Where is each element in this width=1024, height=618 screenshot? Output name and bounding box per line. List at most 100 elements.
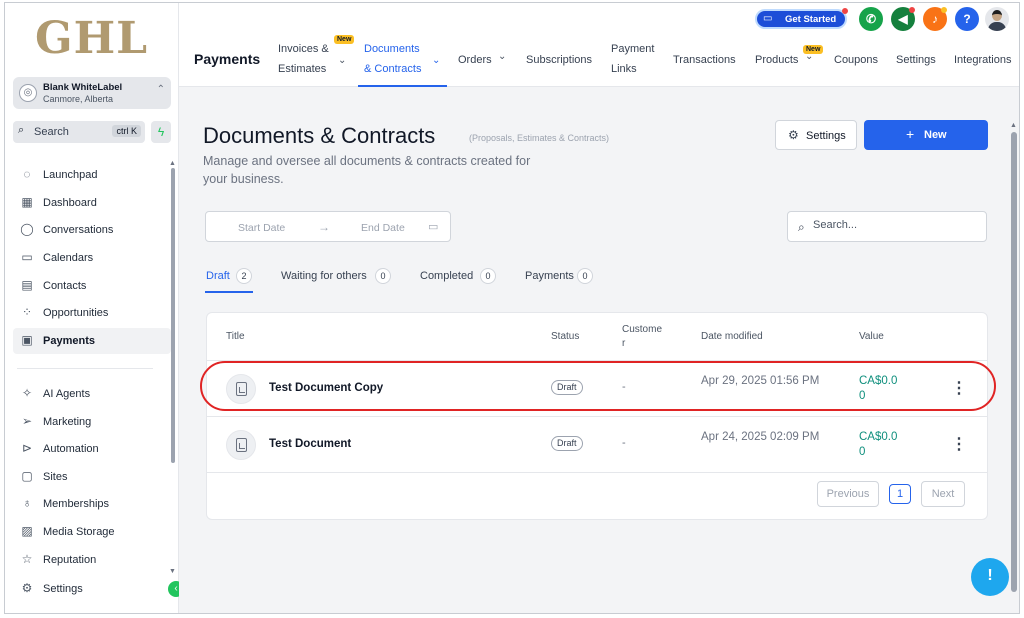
document-icon (226, 430, 256, 460)
count-badge: 2 (236, 268, 252, 284)
main-content: Documents & Contracts (Proposals, Estima… (179, 88, 1019, 613)
tab-label: Waiting for others (281, 270, 367, 282)
contacts-icon: ▤ (21, 278, 33, 292)
settings-button[interactable]: ⚙ Settings (775, 120, 857, 150)
sidebar: GHL ◎ Blank WhiteLabel Canmore, Alberta … (5, 3, 179, 613)
status-badge: Draft (551, 436, 583, 451)
tab-documents-contracts[interactable]: Documents & Contracts ⌄ (358, 3, 447, 87)
previous-page-button[interactable]: Previous (817, 481, 879, 507)
sidebar-item-conversations[interactable]: ◯ Conversations (13, 217, 171, 243)
sidebar-item-settings[interactable]: ⚙ Settings (13, 576, 171, 602)
tab-label: Coupons (834, 54, 879, 66)
memberships-icon: ♁ (22, 496, 32, 510)
sidebar-item-dashboard[interactable]: ▦ Dashboard (13, 190, 171, 216)
date-range-picker[interactable]: Start Date → End Date ▭ (205, 211, 451, 242)
sidebar-item-label: Media Storage (43, 526, 115, 538)
document-icon (226, 374, 256, 404)
plus-icon: + (906, 126, 915, 142)
sidebar-item-contacts[interactable]: ▤ Contacts (13, 273, 171, 299)
sidebar-item-label: Payments (43, 335, 95, 347)
sidebar-item-reputation[interactable]: ☆ Reputation (13, 547, 171, 573)
table-row[interactable]: Test Document Draft - Apr 24, 2025 02:09… (207, 416, 987, 472)
sidebar-item-label: Reputation (43, 554, 97, 566)
main-scrollbar[interactable] (1011, 132, 1017, 592)
sidebar-item-calendars[interactable]: ▭ Calendars (13, 245, 171, 271)
search-icon: ⌕ (18, 124, 25, 136)
account-name: Blank WhiteLabel (43, 82, 123, 93)
scroll-down-icon[interactable]: ▼ (169, 568, 176, 575)
sidebar-item-automation[interactable]: ⊳ Automation (13, 436, 171, 462)
date-modified-cell: Apr 24, 2025 02:09 PM (701, 431, 820, 443)
sidebar-item-label: AI Agents (43, 388, 91, 400)
count-badge: 0 (375, 268, 391, 284)
tab-transactions[interactable]: Transactions (673, 3, 743, 87)
count-badge: 0 (577, 268, 593, 284)
column-header-status: Status (551, 331, 580, 342)
sidebar-item-label: Sites (43, 471, 68, 483)
value-cell: CA$0.00 (859, 375, 898, 402)
settings-button-label: Settings (806, 130, 846, 142)
sidebar-item-label: Launchpad (43, 169, 98, 181)
star-icon: ☆ (21, 552, 33, 566)
sidebar-item-memberships[interactable]: ♁ Memberships (13, 491, 171, 517)
calendar-icon: ▭ (21, 250, 33, 264)
scroll-up-icon[interactable]: ▲ (169, 160, 176, 167)
more-options-icon[interactable]: ⋮ (951, 378, 967, 398)
search-input[interactable] (813, 219, 973, 231)
document-title[interactable]: Test Document Copy (269, 382, 383, 394)
sidebar-item-sites[interactable]: ▢ Sites (13, 464, 171, 490)
account-switcher[interactable]: ◎ Blank WhiteLabel Canmore, Alberta ⌃ (13, 77, 171, 109)
customer-cell: - (622, 437, 626, 449)
quick-action-bolt-icon[interactable]: ϟ (151, 121, 171, 143)
sparkle-icon: ✧ (21, 386, 33, 400)
tab-settings[interactable]: Settings (896, 3, 940, 87)
column-header-date: Date modified (701, 331, 763, 342)
sidebar-divider (17, 368, 153, 369)
tab-coupons[interactable]: Coupons (834, 3, 882, 87)
sidebar-item-opportunities[interactable]: ⁘ Opportunities (13, 300, 171, 326)
tab-payment-links[interactable]: Payment Links (611, 3, 661, 87)
search-shortcut: ctrl K (112, 125, 141, 137)
start-date-field[interactable]: Start Date (238, 222, 285, 234)
launchpad-icon: ◌ (23, 167, 31, 181)
tab-label: Payments (525, 270, 574, 282)
tab-completed[interactable]: Completed 0 (420, 266, 498, 294)
tab-invoices-estimates[interactable]: Invoices & Estimates ⌄ New (278, 3, 355, 87)
sidebar-item-media-storage[interactable]: ▨ Media Storage (13, 519, 171, 545)
sidebar-scrollbar[interactable] (171, 168, 175, 463)
payments-icon: ▣ (21, 333, 33, 347)
documents-search[interactable]: ⌕ (787, 211, 987, 242)
next-page-button[interactable]: Next (921, 481, 965, 507)
chat-icon: ◯ (20, 222, 34, 236)
new-document-button[interactable]: + New (864, 120, 988, 150)
pagination-row: Previous 1 Next (207, 472, 987, 520)
tab-integrations[interactable]: Integrations (954, 3, 1016, 87)
sites-icon: ▢ (21, 469, 33, 483)
sidebar-item-ai-agents[interactable]: ✧ AI Agents (13, 381, 171, 407)
table-row[interactable]: Test Document Copy Draft - Apr 29, 2025 … (207, 360, 987, 416)
tab-waiting-for-others[interactable]: Waiting for others 0 (281, 266, 393, 294)
scroll-up-icon[interactable]: ▲ (1010, 122, 1017, 129)
sidebar-item-payments[interactable]: ▣ Payments (13, 328, 171, 354)
tab-label: Links (611, 63, 637, 75)
end-date-field[interactable]: End Date (361, 222, 405, 234)
sidebar-search[interactable]: ⌕ Search ctrl K (13, 121, 145, 143)
more-options-icon[interactable]: ⋮ (951, 434, 967, 454)
tab-payments[interactable]: Payments 0 (525, 266, 595, 294)
date-modified-cell: Apr 29, 2025 01:56 PM (701, 375, 820, 387)
sidebar-item-launchpad[interactable]: ◌ Launchpad (13, 162, 171, 188)
tab-subscriptions[interactable]: Subscriptions (526, 3, 598, 87)
tab-orders[interactable]: Orders ⌄ (458, 3, 514, 87)
sidebar-search-label: Search (34, 126, 69, 138)
sidebar-item-marketing[interactable]: ➢ Marketing (13, 409, 171, 435)
chat-support-icon[interactable]: ! (971, 558, 1009, 596)
document-title[interactable]: Test Document (269, 438, 351, 450)
tab-label: Estimates (278, 63, 327, 75)
page-number-button[interactable]: 1 (889, 484, 911, 504)
tab-label: Subscriptions (526, 54, 593, 66)
tab-draft[interactable]: Draft 2 (205, 266, 254, 294)
sidebar-item-label: Calendars (43, 252, 94, 264)
dashboard-icon: ▦ (21, 195, 33, 209)
tab-products[interactable]: Products ⌄ New (755, 3, 824, 87)
search-icon: ⌕ (798, 220, 805, 234)
